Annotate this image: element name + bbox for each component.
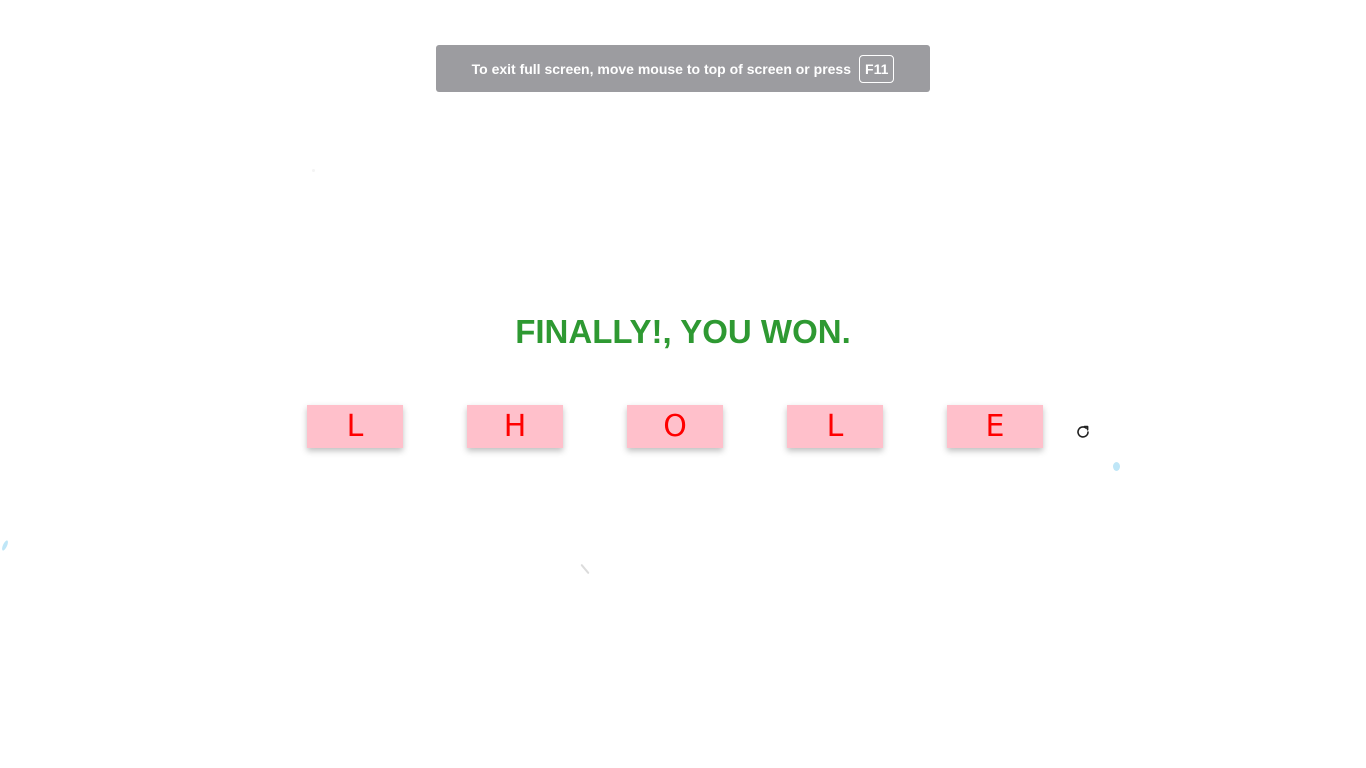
confetti-piece — [1113, 462, 1120, 471]
letter-tile[interactable]: E — [947, 405, 1043, 448]
f11-key: F11 — [859, 54, 895, 83]
game-stage: To exit full screen, move mouse to top o… — [0, 0, 1366, 768]
reload-button[interactable] — [1073, 422, 1093, 442]
letter-tile[interactable]: L — [307, 405, 403, 448]
confetti-piece — [312, 169, 315, 172]
letter-tiles: L H O L E — [307, 405, 1043, 448]
fullscreen-notice: To exit full screen, move mouse to top o… — [436, 45, 930, 92]
letter-tile[interactable]: H — [467, 405, 563, 448]
letter-tile[interactable]: L — [787, 405, 883, 448]
confetti-piece — [580, 563, 590, 575]
letter-tile[interactable]: O — [627, 405, 723, 448]
reload-icon — [1077, 425, 1089, 438]
win-message: FINALLY!, YOU WON. — [515, 313, 851, 350]
fullscreen-notice-text: To exit full screen, move mouse to top o… — [471, 60, 852, 77]
confetti-piece — [0, 539, 10, 552]
